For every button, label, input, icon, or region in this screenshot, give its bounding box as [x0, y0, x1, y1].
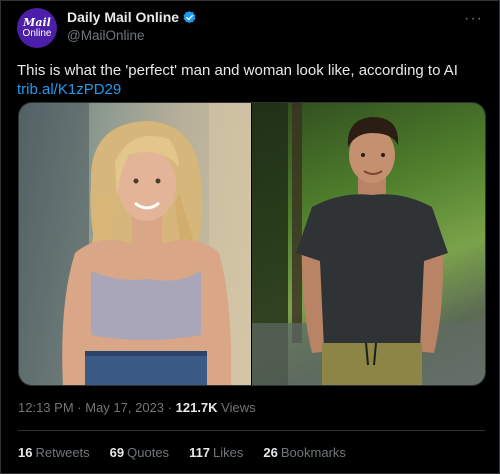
avatar-logo-text: Mail [23, 16, 51, 29]
bookmarks-label: Bookmarks [280, 445, 346, 460]
likes-label: Likes [213, 445, 244, 460]
retweets-label: Retweets [35, 445, 90, 460]
tweet-meta: 12:13 PM · May 17, 2023 · 121.7K Views [18, 400, 256, 415]
man-illustration [252, 103, 485, 385]
avatar[interactable]: Mail Online [17, 8, 57, 48]
avatar-logo-text-2: Online [22, 28, 52, 39]
meta-separator: · [77, 400, 82, 415]
author-names: Daily Mail Online @MailOnline [67, 8, 197, 50]
engagement-stats: 16 Retweets 69 Quotes 117 Likes 26 Bookmarks [18, 445, 366, 460]
handle[interactable]: @MailOnline [67, 28, 197, 43]
likes-count: 117 [189, 445, 211, 460]
tweet-header: Mail Online Daily Mail Online @MailOnlin… [17, 8, 487, 50]
tweet-text: This is what the 'perfect' man and woman… [17, 61, 487, 99]
quotes-stat[interactable]: 69 Quotes [110, 445, 169, 460]
retweets-count: 16 [18, 445, 33, 460]
verified-badge-icon [182, 10, 197, 25]
quotes-label: Quotes [127, 445, 170, 460]
woman-photo[interactable] [19, 103, 251, 385]
bookmarks-stat[interactable]: 26 Bookmarks [263, 445, 346, 460]
name-row: Daily Mail Online [67, 9, 197, 25]
views-count: 121.7K [175, 400, 218, 415]
quotes-count: 69 [109, 445, 125, 460]
bookmarks-count: 26 [263, 445, 278, 460]
tweet-body: This is what the 'perfect' man and woman… [17, 62, 458, 79]
meta-separator-2: · [167, 400, 172, 415]
tweet-date[interactable]: May 17, 2023 [85, 400, 164, 415]
divider [18, 430, 485, 431]
man-photo[interactable] [252, 103, 485, 385]
woman-illustration [19, 103, 251, 385]
retweets-stat[interactable]: 16 Retweets [18, 445, 90, 460]
tweet-link[interactable]: trib.al/K1zPD29 [17, 80, 487, 99]
tweet-time[interactable]: 12:13 PM [18, 400, 74, 415]
display-name[interactable]: Daily Mail Online [67, 9, 179, 25]
more-options-icon[interactable]: ··· [464, 10, 483, 28]
tweet-card: Mail Online Daily Mail Online @MailOnlin… [0, 0, 500, 474]
likes-stat[interactable]: 117 Likes [189, 445, 243, 460]
tweet-media[interactable] [18, 102, 486, 386]
views-label: Views [221, 400, 256, 415]
